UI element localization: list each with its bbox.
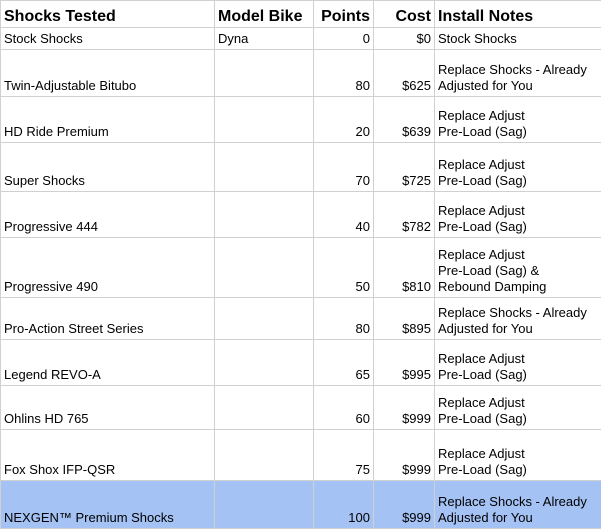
header-model-bike[interactable]: Model Bike (215, 1, 314, 28)
cell-cost[interactable]: $999 (374, 430, 435, 481)
cell-shock[interactable]: Twin-Adjustable Bitubo (1, 50, 215, 97)
cell-notes[interactable]: Replace Shocks - Already Adjusted for Yo… (435, 50, 601, 97)
table-row: Progressive 444 40 $782 Replace Adjust P… (1, 192, 601, 238)
cell-points[interactable]: 80 (314, 298, 374, 340)
cell-bike[interactable] (215, 238, 314, 298)
cell-cost[interactable]: $639 (374, 97, 435, 143)
cell-shock[interactable]: Fox Shox IFP-QSR (1, 430, 215, 481)
table-row: HD Ride Premium 20 $639 Replace Adjust P… (1, 97, 601, 143)
cell-points[interactable]: 100 (314, 481, 374, 529)
cell-cost[interactable]: $999 (374, 481, 435, 529)
cell-points[interactable]: 0 (314, 28, 374, 50)
cell-notes[interactable]: Replace Adjust Pre-Load (Sag) (435, 192, 601, 238)
cell-bike[interactable] (215, 192, 314, 238)
cell-notes[interactable]: Replace Adjust Pre-Load (Sag) (435, 386, 601, 430)
cell-shock[interactable]: NEXGEN™ Premium Shocks (1, 481, 215, 529)
cell-shock[interactable]: Legend REVO-A (1, 340, 215, 386)
cell-cost[interactable]: $625 (374, 50, 435, 97)
cell-bike[interactable] (215, 386, 314, 430)
header-cost[interactable]: Cost (374, 1, 435, 28)
table-row: Super Shocks 70 $725 Replace Adjust Pre-… (1, 143, 601, 192)
cell-notes[interactable]: Replace Adjust Pre-Load (Sag) (435, 430, 601, 481)
table-row: Ohlins HD 765 60 $999 Replace Adjust Pre… (1, 386, 601, 430)
header-points[interactable]: Points (314, 1, 374, 28)
cell-points[interactable]: 75 (314, 430, 374, 481)
cell-bike[interactable] (215, 481, 314, 529)
cell-bike[interactable]: Dyna (215, 28, 314, 50)
cell-bike[interactable] (215, 340, 314, 386)
cell-shock[interactable]: Ohlins HD 765 (1, 386, 215, 430)
cell-notes[interactable]: Replace Adjust Pre-Load (Sag) (435, 97, 601, 143)
cell-shock[interactable]: Pro-Action Street Series (1, 298, 215, 340)
cell-points[interactable]: 20 (314, 97, 374, 143)
table-row: Twin-Adjustable Bitubo 80 $625 Replace S… (1, 50, 601, 97)
table-row-highlighted: NEXGEN™ Premium Shocks 100 $999 Replace … (1, 481, 601, 529)
cell-notes[interactable]: Stock Shocks (435, 28, 601, 50)
cell-cost[interactable]: $810 (374, 238, 435, 298)
cell-shock[interactable]: Super Shocks (1, 143, 215, 192)
cell-notes[interactable]: Replace Adjust Pre-Load (Sag) & Rebound … (435, 238, 601, 298)
table-row: Fox Shox IFP-QSR 75 $999 Replace Adjust … (1, 430, 601, 481)
cell-bike[interactable] (215, 430, 314, 481)
shocks-comparison-table: Shocks Tested Model Bike Points Cost Ins… (0, 0, 601, 529)
table-row: Legend REVO-A 65 $995 Replace Adjust Pre… (1, 340, 601, 386)
cell-notes[interactable]: Replace Shocks - Already Adjusted for Yo… (435, 298, 601, 340)
cell-shock[interactable]: Progressive 490 (1, 238, 215, 298)
table-row: Progressive 490 50 $810 Replace Adjust P… (1, 238, 601, 298)
cell-bike[interactable] (215, 97, 314, 143)
cell-shock[interactable]: HD Ride Premium (1, 97, 215, 143)
header-install-notes[interactable]: Install Notes (435, 1, 601, 28)
table-row: Pro-Action Street Series 80 $895 Replace… (1, 298, 601, 340)
cell-bike[interactable] (215, 50, 314, 97)
cell-cost[interactable]: $895 (374, 298, 435, 340)
cell-points[interactable]: 80 (314, 50, 374, 97)
cell-points[interactable]: 40 (314, 192, 374, 238)
cell-points[interactable]: 65 (314, 340, 374, 386)
cell-cost[interactable]: $999 (374, 386, 435, 430)
cell-cost[interactable]: $0 (374, 28, 435, 50)
cell-cost[interactable]: $782 (374, 192, 435, 238)
cell-notes[interactable]: Replace Adjust Pre-Load (Sag) (435, 143, 601, 192)
cell-notes[interactable]: Replace Shocks - Already Adjusted for Yo… (435, 481, 601, 529)
cell-shock[interactable]: Progressive 444 (1, 192, 215, 238)
cell-cost[interactable]: $725 (374, 143, 435, 192)
cell-cost[interactable]: $995 (374, 340, 435, 386)
cell-shock[interactable]: Stock Shocks (1, 28, 215, 50)
cell-notes[interactable]: Replace Adjust Pre-Load (Sag) (435, 340, 601, 386)
header-shocks-tested[interactable]: Shocks Tested (1, 1, 215, 28)
cell-points[interactable]: 50 (314, 238, 374, 298)
cell-bike[interactable] (215, 298, 314, 340)
cell-points[interactable]: 60 (314, 386, 374, 430)
header-row: Shocks Tested Model Bike Points Cost Ins… (1, 1, 601, 28)
cell-bike[interactable] (215, 143, 314, 192)
table-row: Stock Shocks Dyna 0 $0 Stock Shocks (1, 28, 601, 50)
cell-points[interactable]: 70 (314, 143, 374, 192)
